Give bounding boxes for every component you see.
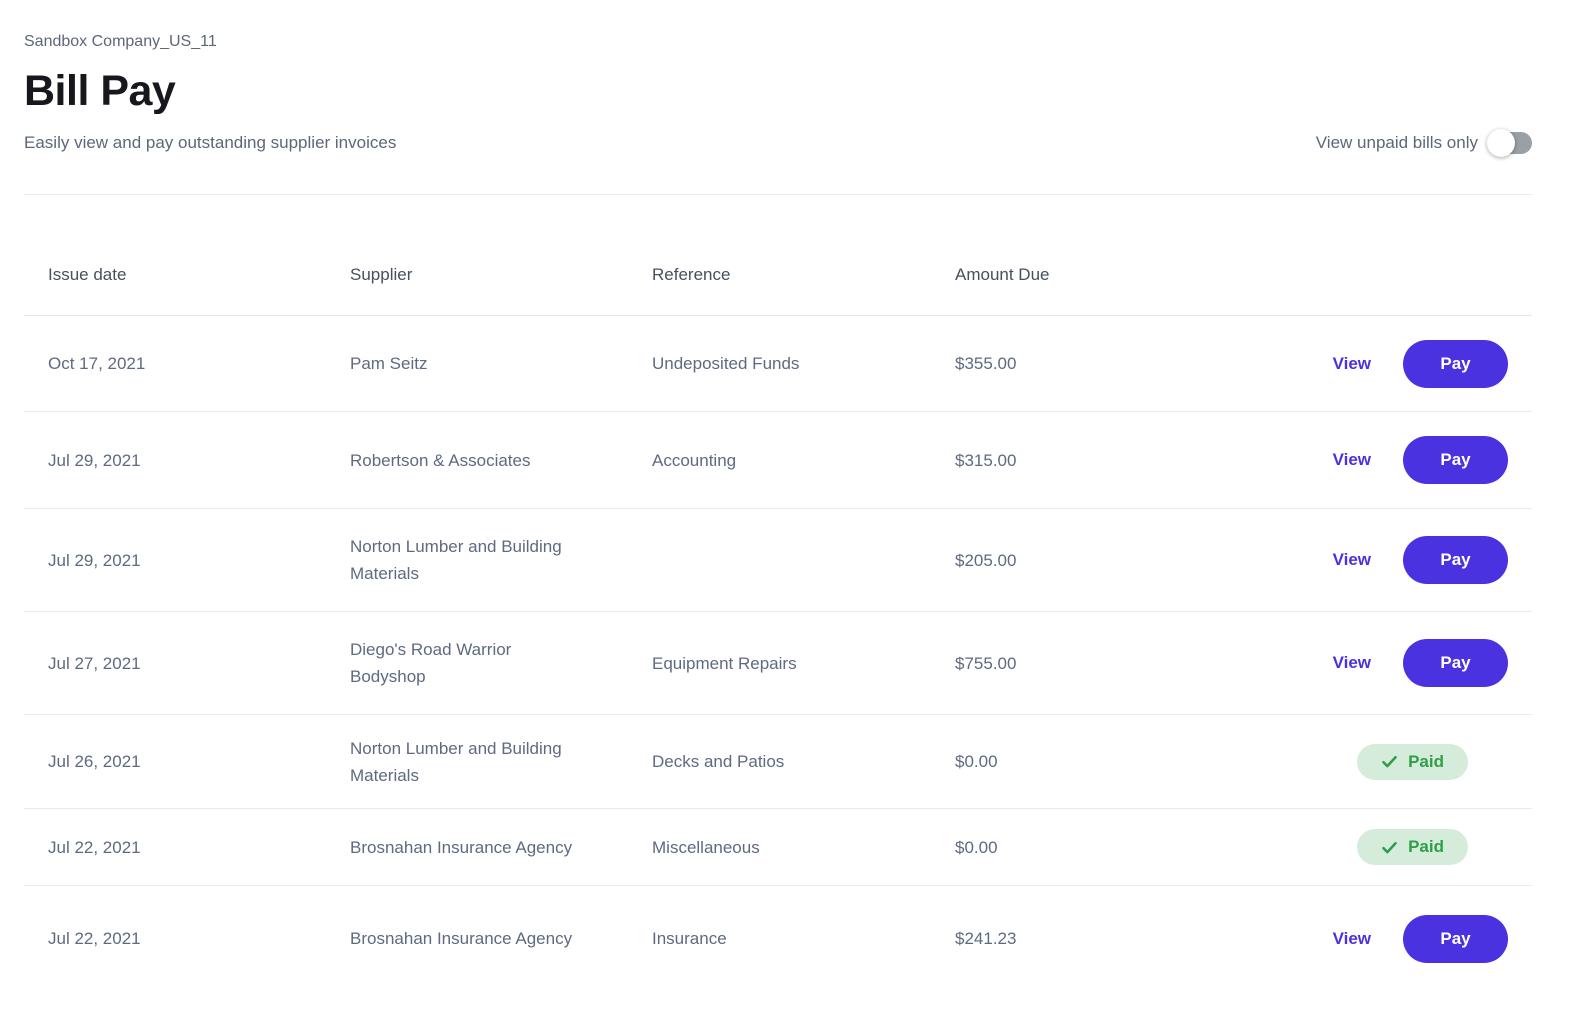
cell-issue-date: Jul 26, 2021 xyxy=(48,752,141,771)
check-icon xyxy=(1381,753,1398,770)
cell-issue-date: Oct 17, 2021 xyxy=(48,354,146,373)
pay-button[interactable]: Pay xyxy=(1403,536,1508,584)
view-button[interactable]: View xyxy=(1333,550,1371,570)
cell-supplier: Diego's Road Warrior Bodyshop xyxy=(350,640,512,686)
pay-button[interactable]: Pay xyxy=(1403,436,1508,484)
table-row: Jul 27, 2021 Diego's Road Warrior Bodysh… xyxy=(24,612,1532,715)
subtitle-row: Easily view and pay outstanding supplier… xyxy=(24,129,1532,157)
table-row: Jul 22, 2021 Brosnahan Insurance Agency … xyxy=(24,886,1532,991)
cell-supplier: Brosnahan Insurance Agency xyxy=(350,929,573,948)
paid-status-badge: Paid xyxy=(1357,743,1468,780)
pay-button[interactable]: Pay xyxy=(1403,339,1508,388)
cell-supplier: Norton Lumber and Building Materials xyxy=(350,738,562,785)
table-row: Jul 29, 2021 Norton Lumber and Building … xyxy=(24,509,1532,612)
toggle-label: View unpaid bills only xyxy=(1315,133,1478,152)
column-header-issue-date: Issue date xyxy=(48,265,127,284)
cell-amount-due: $0.00 xyxy=(955,837,998,857)
cell-supplier: Norton Lumber and Building Materials xyxy=(350,537,562,583)
view-button[interactable]: View xyxy=(1333,929,1371,949)
cell-amount-due: $205.00 xyxy=(955,550,1017,570)
pay-button[interactable]: Pay xyxy=(1403,639,1508,687)
cell-actions: View Pay xyxy=(1215,914,1508,963)
paid-status-badge: Paid xyxy=(1357,829,1468,865)
cell-issue-date: Jul 22, 2021 xyxy=(48,837,141,857)
cell-amount-due: $0.00 xyxy=(955,752,998,771)
cell-reference: Decks and Patios xyxy=(652,752,785,771)
cell-actions: View Pay xyxy=(1215,436,1508,484)
cell-reference: Insurance xyxy=(652,929,727,948)
cell-issue-date: Jul 22, 2021 xyxy=(48,929,141,948)
column-header-supplier: Supplier xyxy=(350,265,413,284)
cell-supplier: Robertson & Associates xyxy=(350,450,531,470)
cell-actions: View Pay xyxy=(1215,339,1508,388)
cell-supplier: Brosnahan Insurance Agency xyxy=(350,837,573,857)
column-header-amount-due: Amount Due xyxy=(955,265,1050,284)
cell-actions: View Pay xyxy=(1215,639,1508,687)
cell-issue-date: Jul 29, 2021 xyxy=(48,550,141,570)
pay-button[interactable]: Pay xyxy=(1403,914,1508,963)
view-button[interactable]: View xyxy=(1333,354,1371,374)
toggle-knob[interactable] xyxy=(1487,129,1515,157)
column-header-reference: Reference xyxy=(652,265,731,284)
table-row: Jul 29, 2021 Robertson & Associates Acco… xyxy=(24,412,1532,509)
table-header-row: Issue date Supplier Reference Amount Due xyxy=(24,195,1532,316)
unpaid-filter-group: View unpaid bills only xyxy=(1315,129,1532,157)
table-row: Jul 22, 2021 Brosnahan Insurance Agency … xyxy=(24,809,1532,886)
table-row: Jul 26, 2021 Norton Lumber and Building … xyxy=(24,715,1532,809)
cell-amount-due: $355.00 xyxy=(955,354,1017,373)
cell-amount-due: $241.23 xyxy=(955,929,1017,948)
cell-reference: Miscellaneous xyxy=(652,837,760,857)
paid-label: Paid xyxy=(1408,837,1444,856)
cell-actions: Paid xyxy=(1215,743,1508,780)
table-row: Oct 17, 2021 Pam Seitz Undeposited Funds… xyxy=(24,316,1532,412)
unpaid-bills-toggle[interactable] xyxy=(1487,129,1532,157)
cell-amount-due: $315.00 xyxy=(955,450,1017,470)
cell-issue-date: Jul 27, 2021 xyxy=(48,653,141,673)
cell-reference: Equipment Repairs xyxy=(652,653,797,673)
cell-issue-date: Jul 29, 2021 xyxy=(48,450,141,470)
bill-pay-page: Sandbox Company_US_11 Bill Pay Easily vi… xyxy=(0,0,1569,991)
check-icon xyxy=(1381,839,1398,856)
cell-reference: Undeposited Funds xyxy=(652,354,800,373)
view-button[interactable]: View xyxy=(1333,653,1371,673)
paid-label: Paid xyxy=(1408,751,1444,771)
cell-actions: View Pay xyxy=(1215,536,1508,584)
view-button[interactable]: View xyxy=(1333,450,1371,470)
cell-amount-due: $755.00 xyxy=(955,653,1017,673)
cell-supplier: Pam Seitz xyxy=(350,354,428,373)
cell-actions: Paid xyxy=(1215,829,1508,865)
company-name: Sandbox Company_US_11 xyxy=(24,33,217,50)
bills-table: Issue date Supplier Reference Amount Due… xyxy=(24,195,1532,991)
page-subtitle: Easily view and pay outstanding supplier… xyxy=(24,133,397,152)
page-title: Bill Pay xyxy=(24,67,176,115)
cell-reference: Accounting xyxy=(652,450,737,470)
